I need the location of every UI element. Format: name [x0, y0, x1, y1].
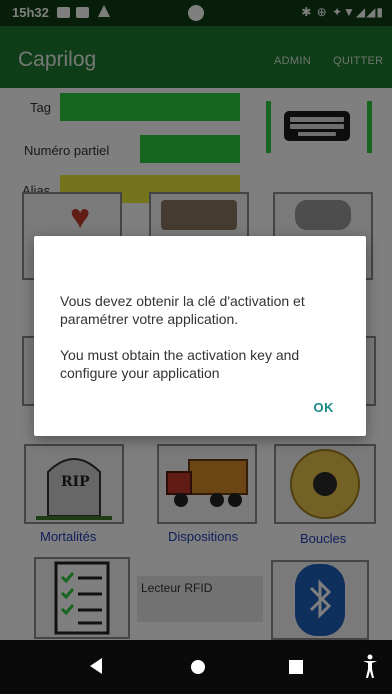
- dialog-message: Vous devez obtenir la clé d'activation e…: [60, 292, 350, 382]
- back-icon[interactable]: [90, 658, 102, 674]
- ok-button[interactable]: OK: [314, 400, 335, 415]
- activation-dialog: Vous devez obtenir la clé d'activation e…: [34, 236, 366, 436]
- accessibility-icon[interactable]: [362, 654, 378, 680]
- navigation-bar: [0, 640, 392, 694]
- dialog-message-en: You must obtain the activation key and c…: [60, 347, 300, 381]
- recents-icon[interactable]: [289, 660, 303, 674]
- dialog-message-fr: Vous devez obtenir la clé d'activation e…: [60, 293, 305, 327]
- home-icon[interactable]: [191, 660, 205, 674]
